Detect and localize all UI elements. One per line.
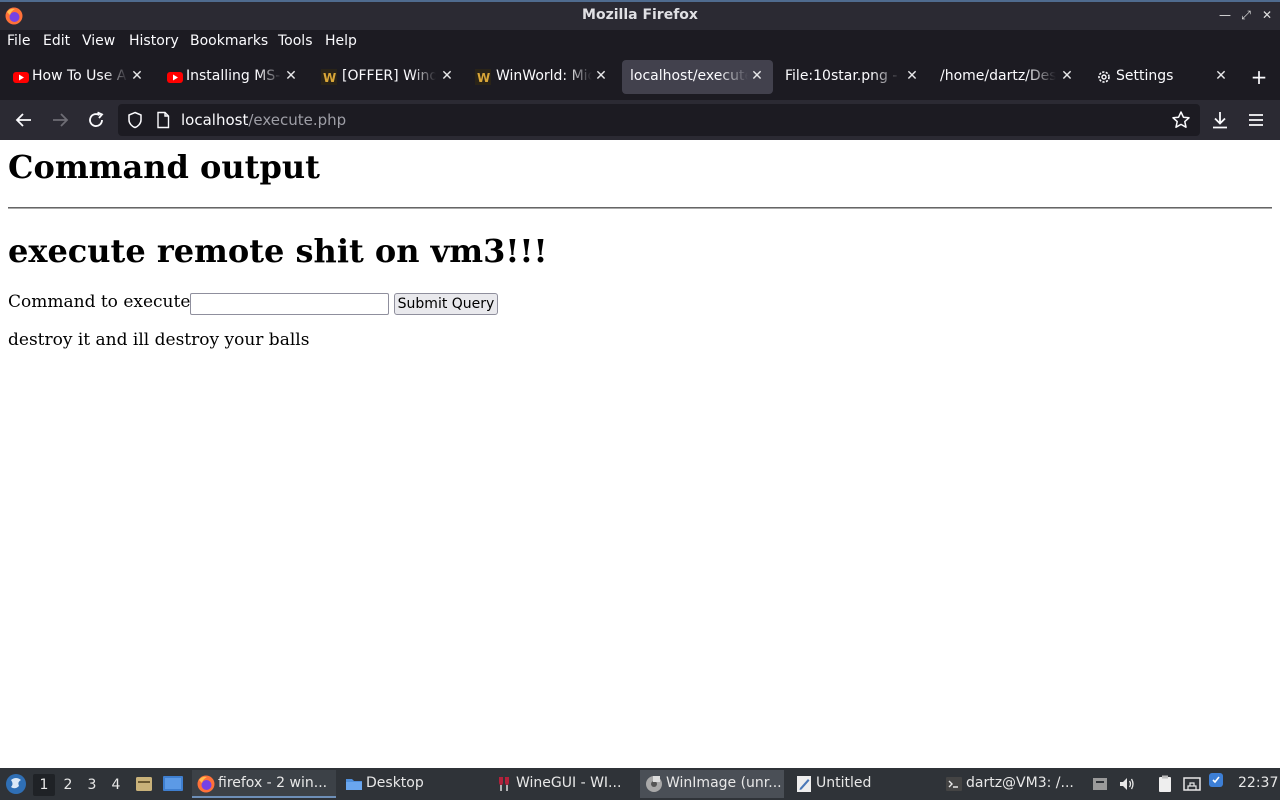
tab-settings[interactable]: Settings ✕ bbox=[1087, 60, 1239, 94]
svg-text:W: W bbox=[477, 71, 490, 85]
window-titlebar: Mozilla Firefox — ⤢ ✕ bbox=[0, 0, 1280, 30]
tab-how-to-use[interactable]: How To Use A I ✕ bbox=[4, 60, 152, 94]
close-tab-icon[interactable]: ✕ bbox=[748, 66, 766, 86]
hamburger-menu-icon[interactable] bbox=[1244, 108, 1268, 132]
workspace-3[interactable]: 3 bbox=[81, 774, 103, 796]
wine-icon bbox=[499, 777, 509, 791]
tab-localhost-execute[interactable]: localhost/execute ✕ bbox=[622, 60, 773, 94]
horizontal-rule bbox=[8, 207, 1272, 209]
page-content: Command output execute remote shit on vm… bbox=[0, 140, 1280, 768]
network-icon[interactable] bbox=[1182, 774, 1202, 794]
workspace-1[interactable]: 1 bbox=[33, 774, 55, 796]
command-label: Command to execute: bbox=[8, 292, 197, 312]
menu-history[interactable]: History bbox=[129, 33, 179, 49]
menu-edit[interactable]: Edit bbox=[43, 33, 70, 49]
menu-view[interactable]: View bbox=[82, 33, 115, 49]
clipboard-icon[interactable] bbox=[1155, 774, 1175, 794]
clock[interactable]: 22:37 bbox=[1238, 775, 1278, 791]
tab-winworld-microsoft[interactable]: W WinWorld: Micr ✕ bbox=[466, 60, 616, 94]
winworld-icon: W bbox=[475, 69, 491, 85]
url-text[interactable]: localhost/execute.php bbox=[181, 111, 346, 129]
tab-label: WinWorld: Micr bbox=[496, 68, 592, 84]
close-tab-icon[interactable]: ✕ bbox=[1212, 66, 1230, 86]
close-tab-icon[interactable]: ✕ bbox=[592, 66, 610, 86]
volume-icon[interactable] bbox=[1117, 774, 1137, 794]
close-tab-icon[interactable]: ✕ bbox=[282, 66, 300, 86]
show-desktop-icon[interactable] bbox=[162, 774, 184, 794]
tab-installing-ms-dos[interactable]: Installing MS-D ✕ bbox=[158, 60, 306, 94]
close-tab-icon[interactable]: ✕ bbox=[1058, 66, 1076, 86]
minimize-icon[interactable]: — bbox=[1216, 6, 1234, 24]
task-desktop[interactable]: Desktop bbox=[340, 770, 484, 798]
close-tab-icon[interactable]: ✕ bbox=[438, 66, 456, 86]
winworld-icon: W bbox=[321, 69, 337, 85]
page-icon[interactable] bbox=[155, 111, 171, 129]
task-winegui[interactable]: WineGUI - WI... bbox=[490, 770, 634, 798]
winimage-icon bbox=[646, 776, 662, 792]
url-bar[interactable]: localhost/execute.php bbox=[118, 104, 1200, 136]
menu-bar: File Edit View History Bookmarks Tools H… bbox=[0, 30, 1280, 54]
window-title: Mozilla Firefox bbox=[582, 7, 698, 23]
command-input[interactable] bbox=[190, 293, 389, 315]
new-tab-button[interactable]: + bbox=[1249, 64, 1269, 90]
back-arrow-icon[interactable] bbox=[12, 108, 36, 132]
tab-label: File:10star.png - C bbox=[785, 68, 901, 84]
youtube-icon bbox=[13, 72, 29, 83]
maximize-icon[interactable]: ⤢ bbox=[1237, 6, 1255, 24]
task-label: WinImage (unr... bbox=[666, 775, 782, 791]
task-untitled[interactable]: Untitled bbox=[790, 770, 934, 798]
folder-icon bbox=[346, 779, 362, 790]
page-heading: Command output bbox=[8, 148, 320, 186]
update-notifier-icon[interactable] bbox=[1208, 772, 1224, 788]
page-subheading: execute remote shit on vm3!!! bbox=[8, 232, 548, 270]
text-editor-icon bbox=[797, 776, 811, 792]
tab-home-dartz-desktop[interactable]: /home/dartz/Desk ✕ bbox=[932, 60, 1082, 94]
keyboard-layout-icon[interactable] bbox=[1090, 774, 1110, 794]
tab-strip: How To Use A I ✕ Installing MS-D ✕ W [OF… bbox=[0, 54, 1280, 100]
tab-label: [OFFER] Windo bbox=[342, 68, 436, 84]
task-label: Desktop bbox=[366, 775, 424, 791]
taskbar: 1 2 3 4 firefox - 2 win... Desktop WineG… bbox=[0, 768, 1280, 800]
terminal-icon bbox=[946, 777, 962, 791]
file-manager-launcher-icon[interactable] bbox=[134, 774, 154, 794]
close-window-icon[interactable]: ✕ bbox=[1258, 6, 1276, 24]
shield-icon[interactable] bbox=[126, 111, 144, 129]
youtube-icon bbox=[167, 72, 183, 83]
close-tab-icon[interactable]: ✕ bbox=[903, 66, 921, 86]
task-terminal[interactable]: dartz@VM3: /... bbox=[940, 770, 1084, 798]
forward-arrow-icon[interactable] bbox=[48, 108, 72, 132]
task-label: dartz@VM3: /... bbox=[966, 775, 1074, 791]
start-menu-icon[interactable] bbox=[5, 773, 27, 795]
workspace-4[interactable]: 4 bbox=[105, 774, 127, 796]
tab-label: /home/dartz/Desk bbox=[940, 68, 1056, 84]
menu-help[interactable]: Help bbox=[325, 33, 357, 49]
tab-file-10star[interactable]: File:10star.png - C ✕ bbox=[777, 60, 927, 94]
tab-label: localhost/execute bbox=[630, 68, 748, 84]
tab-offer-windows[interactable]: W [OFFER] Windo ✕ bbox=[312, 60, 460, 94]
url-host: localhost bbox=[181, 111, 249, 129]
menu-bookmarks[interactable]: Bookmarks bbox=[190, 33, 268, 49]
firefox-icon bbox=[197, 775, 215, 793]
task-label: WineGUI - WI... bbox=[516, 775, 622, 791]
submit-query-button[interactable]: Submit Query bbox=[394, 293, 498, 315]
menu-tools[interactable]: Tools bbox=[278, 33, 313, 49]
svg-text:W: W bbox=[323, 71, 336, 85]
task-winimage[interactable]: WinImage (unr... bbox=[640, 770, 784, 798]
tab-label: How To Use A I bbox=[32, 68, 128, 84]
url-path: /execute.php bbox=[248, 111, 347, 129]
navigation-toolbar: localhost/execute.php bbox=[0, 100, 1280, 140]
page-message: destroy it and ill destroy your balls bbox=[8, 330, 310, 350]
tab-label: Installing MS-D bbox=[186, 68, 282, 84]
workspace-2[interactable]: 2 bbox=[57, 774, 79, 796]
task-firefox[interactable]: firefox - 2 win... bbox=[192, 770, 336, 798]
task-label: Untitled bbox=[816, 775, 872, 791]
task-label: firefox - 2 win... bbox=[218, 775, 328, 791]
gear-icon bbox=[1098, 71, 1110, 83]
downloads-icon[interactable] bbox=[1208, 108, 1232, 132]
bookmark-star-icon[interactable] bbox=[1171, 110, 1191, 130]
menu-file[interactable]: File bbox=[7, 33, 30, 49]
tab-label: Settings bbox=[1116, 68, 1174, 84]
close-tab-icon[interactable]: ✕ bbox=[128, 66, 146, 86]
reload-icon[interactable] bbox=[84, 108, 108, 132]
